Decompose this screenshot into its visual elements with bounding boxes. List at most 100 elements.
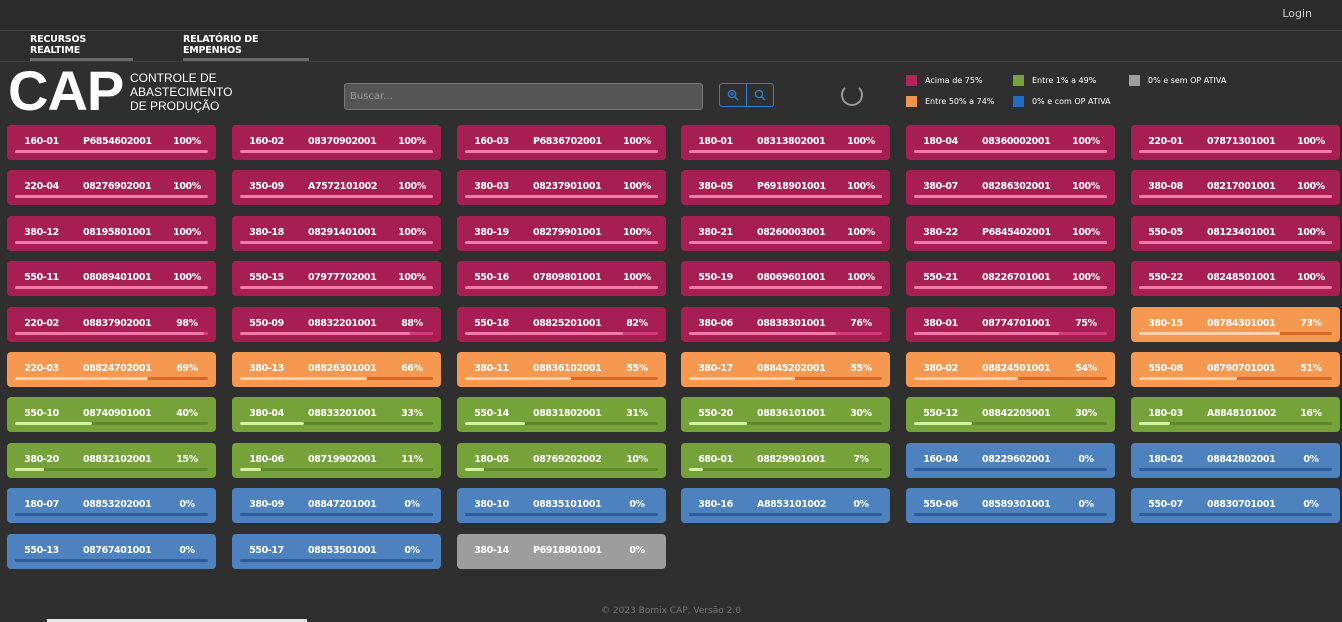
resource-card[interactable]: 550-12 08842205001 30%	[906, 397, 1115, 432]
resource-card[interactable]: 380-14 P6918801001 0%	[457, 534, 666, 569]
resource-code: 220-01	[1148, 136, 1183, 147]
progress-fill	[689, 241, 882, 244]
order-number: 08123401001	[1207, 227, 1276, 238]
resource-card[interactable]: 550-21 08226701001 100%	[906, 261, 1115, 296]
resource-card[interactable]: 380-15 08784301001 73%	[1131, 307, 1340, 342]
resource-card[interactable]: 380-06 08838301001 76%	[681, 307, 890, 342]
resource-code: 550-17	[249, 545, 284, 556]
progress-fill	[15, 468, 44, 471]
resource-card[interactable]: 380-09 08847201001 0%	[232, 488, 441, 523]
progress-bar	[914, 377, 1107, 380]
resource-card[interactable]: 160-03 P6836702001 100%	[457, 125, 666, 160]
resource-card[interactable]: 380-20 08832102001 15%	[7, 443, 216, 478]
progress-fill	[914, 286, 1107, 289]
resource-card[interactable]: 350-09 A7572101002 100%	[232, 170, 441, 205]
zoom-in-button[interactable]	[720, 84, 746, 106]
progress-fill	[465, 377, 572, 380]
progress-bar	[15, 377, 208, 380]
resource-card[interactable]: 380-10 08835101001 0%	[457, 488, 666, 523]
progress-bar	[15, 195, 208, 198]
resource-card[interactable]: 160-02 08370902001 100%	[232, 125, 441, 160]
resource-card[interactable]: 160-04 08229602001 0%	[906, 443, 1115, 478]
order-number: 07809801001	[533, 272, 602, 283]
resource-card[interactable]: 550-14 08831802001 31%	[457, 397, 666, 432]
order-number: 08836102001	[533, 363, 602, 374]
resource-card[interactable]: 550-16 07809801001 100%	[457, 261, 666, 296]
progress-percent: 82%	[626, 318, 648, 329]
resource-card[interactable]: 550-11 08089401001 100%	[7, 261, 216, 296]
resource-card[interactable]: 180-04 08360002001 100%	[906, 125, 1115, 160]
resource-card[interactable]: 380-07 08286302001 100%	[906, 170, 1115, 205]
order-number: 08790701001	[1207, 363, 1276, 374]
resource-card[interactable]: 180-01 08313802001 100%	[681, 125, 890, 160]
resource-card[interactable]: 380-04 08833201001 33%	[232, 397, 441, 432]
resource-card[interactable]: 160-01 P6854602001 100%	[7, 125, 216, 160]
tab-recursos-realtime[interactable]: RECURSOS REALTIME	[30, 31, 133, 61]
resource-card[interactable]: 380-12 08195801001 100%	[7, 216, 216, 251]
progress-bar	[15, 422, 208, 425]
resource-card[interactable]: 550-07 08830701001 0%	[1131, 488, 1340, 523]
resource-card[interactable]: 380-17 08845202001 55%	[681, 352, 890, 387]
resource-card[interactable]: 180-05 08769202002 10%	[457, 443, 666, 478]
resource-card[interactable]: 220-02 08837902001 98%	[7, 307, 216, 342]
resource-card[interactable]: 180-03 A8848101002 16%	[1131, 397, 1340, 432]
login-link[interactable]: Login	[1282, 7, 1312, 20]
progress-fill	[1139, 241, 1332, 244]
resource-code: 550-11	[24, 272, 59, 283]
progress-fill	[15, 241, 208, 244]
resource-card[interactable]: 380-13 08826301001 66%	[232, 352, 441, 387]
resource-card[interactable]: 550-06 08589301001 0%	[906, 488, 1115, 523]
resource-card[interactable]: 380-01 08774701001 75%	[906, 307, 1115, 342]
progress-percent: 0%	[853, 499, 869, 510]
resource-card[interactable]: 550-10 08740901001 40%	[7, 397, 216, 432]
resource-card[interactable]: 550-17 08853501001 0%	[232, 534, 441, 569]
resource-card[interactable]: 380-18 08291401001 100%	[232, 216, 441, 251]
legend-item-low: Entre 1% a 49%	[1013, 75, 1096, 86]
resource-card[interactable]: 220-03 08824702001 69%	[7, 352, 216, 387]
resource-card[interactable]: 380-08 08217001001 100%	[1131, 170, 1340, 205]
resource-card[interactable]: 380-16 A8853101002 0%	[681, 488, 890, 523]
progress-bar	[1139, 377, 1332, 380]
progress-bar	[914, 332, 1107, 335]
resource-code: 550-05	[1148, 227, 1183, 238]
resource-card[interactable]: 180-06 08719902001 11%	[232, 443, 441, 478]
resource-card[interactable]: 680-01 08829901001 7%	[681, 443, 890, 478]
resource-card[interactable]: 380-02 08824501001 54%	[906, 352, 1115, 387]
progress-fill	[689, 332, 836, 335]
search-button[interactable]	[746, 84, 773, 106]
resource-code: 550-18	[474, 318, 509, 329]
resource-card[interactable]: 380-03 08237901001 100%	[457, 170, 666, 205]
resource-code: 180-07	[24, 499, 59, 510]
resource-code: 380-01	[923, 318, 958, 329]
resource-card[interactable]: 180-07 08853202001 0%	[7, 488, 216, 523]
resource-card[interactable]: 550-09 08832201001 88%	[232, 307, 441, 342]
resource-card[interactable]: 550-13 08767401001 0%	[7, 534, 216, 569]
progress-percent: 10%	[626, 454, 648, 465]
resource-card[interactable]: 380-22 P6845402001 100%	[906, 216, 1115, 251]
legend-label: Entre 50% a 74%	[925, 97, 995, 106]
resource-card[interactable]: 220-01 07871301001 100%	[1131, 125, 1340, 160]
search-input[interactable]	[344, 83, 703, 110]
resource-card[interactable]: 180-02 08842802001 0%	[1131, 443, 1340, 478]
order-number: 08589301001	[982, 499, 1051, 510]
resource-card[interactable]: 550-05 08123401001 100%	[1131, 216, 1340, 251]
resource-code: 550-09	[249, 318, 284, 329]
resource-card[interactable]: 550-22 08248501001 100%	[1131, 261, 1340, 296]
progress-bar	[689, 377, 882, 380]
resource-card[interactable]: 550-18 08825201001 82%	[457, 307, 666, 342]
resource-card[interactable]: 550-19 08069601001 100%	[681, 261, 890, 296]
resource-card[interactable]: 550-15 07977702001 100%	[232, 261, 441, 296]
resource-card[interactable]: 380-11 08836102001 55%	[457, 352, 666, 387]
progress-percent: 100%	[1072, 181, 1100, 192]
resource-card[interactable]: 550-20 08836101001 30%	[681, 397, 890, 432]
progress-percent: 100%	[623, 227, 651, 238]
order-number: 08837902001	[83, 318, 152, 329]
resource-card[interactable]: 220-04 08276902001 100%	[7, 170, 216, 205]
legend-swatch	[1013, 96, 1024, 107]
resource-card[interactable]: 380-21 08260003001 100%	[681, 216, 890, 251]
resource-card[interactable]: 380-19 08279901001 100%	[457, 216, 666, 251]
tab-relatorio-empenhos[interactable]: RELATÓRIO DE EMPENHOS	[183, 31, 309, 61]
resource-card[interactable]: 550-08 08790701001 51%	[1131, 352, 1340, 387]
resource-card[interactable]: 380-05 P6918901001 100%	[681, 170, 890, 205]
order-number: 08832102001	[83, 454, 152, 465]
